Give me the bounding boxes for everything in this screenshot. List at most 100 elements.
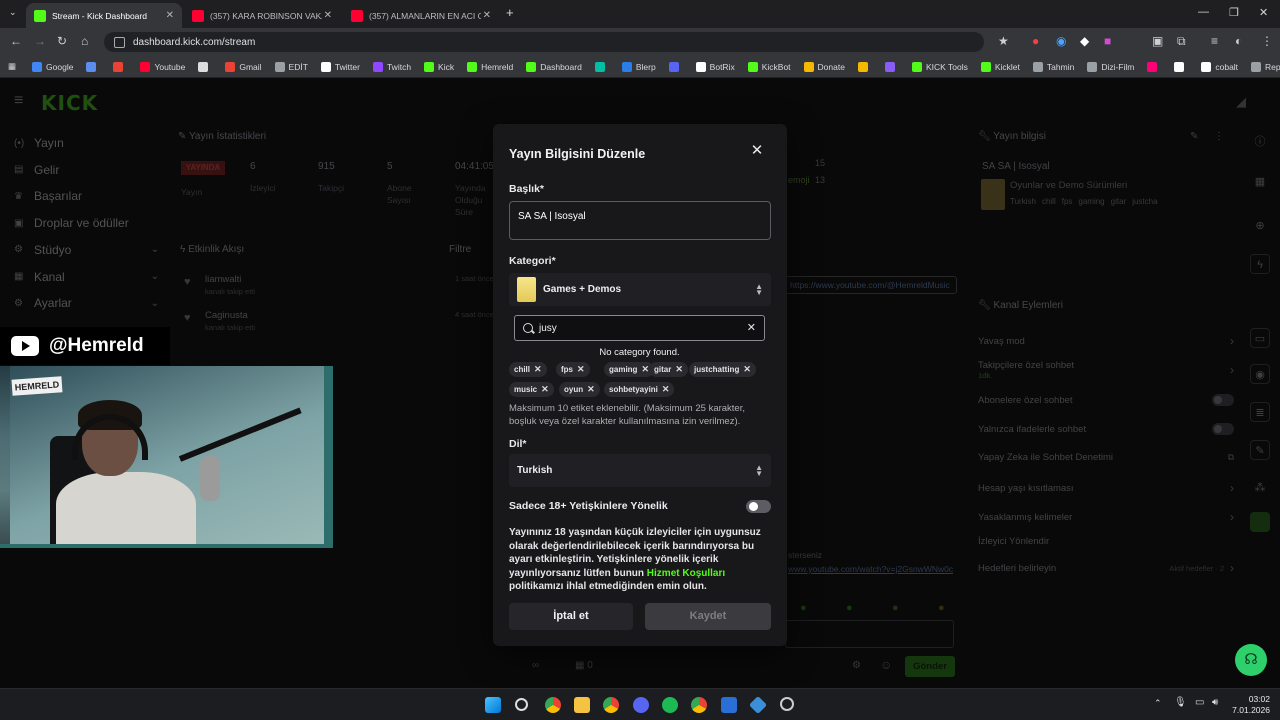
- category-search-input[interactable]: jusy ✕: [514, 315, 765, 341]
- category-select[interactable]: Games + Demos ▲ ▼: [509, 273, 771, 306]
- new-tab-button[interactable]: +: [506, 5, 514, 20]
- bookmark-item[interactable]: Hemreld: [467, 61, 513, 72]
- mic-icon[interactable]: 🎙︎: [1174, 697, 1187, 708]
- apps-grid-icon[interactable]: ▦: [8, 61, 16, 72]
- stream-title-input[interactable]: SA SA | Isosyal: [509, 201, 771, 240]
- remove-tag-icon[interactable]: ✕: [541, 384, 549, 395]
- chrome-icon[interactable]: [603, 697, 619, 713]
- category-thumbnail: [517, 277, 536, 302]
- forward-icon[interactable]: →: [34, 34, 46, 48]
- bookmark-item[interactable]: [857, 61, 872, 72]
- system-clock[interactable]: 03:02 7.01.2026: [1232, 694, 1270, 716]
- extension-icon[interactable]: ◆: [1080, 34, 1089, 48]
- bookmark-item[interactable]: [1174, 61, 1188, 72]
- remove-tag-icon[interactable]: ✕: [534, 364, 542, 375]
- streamer-handle: @Hemreld: [49, 335, 144, 356]
- back-icon[interactable]: ←: [10, 34, 22, 48]
- cancel-button[interactable]: İptal et: [509, 603, 633, 630]
- microphone: [200, 456, 220, 501]
- url-input[interactable]: dashboard.kick.com/stream: [104, 32, 984, 52]
- search-icon[interactable]: [515, 698, 528, 711]
- bookmark-item[interactable]: Youtube: [140, 61, 185, 72]
- tab-kick-dashboard[interactable]: Stream - Kick Dashboard ✕: [26, 3, 182, 28]
- close-icon[interactable]: ✕: [483, 10, 491, 21]
- bookmark-item[interactable]: Dizi-Film: [1087, 61, 1134, 72]
- chrome-icon[interactable]: [691, 697, 707, 713]
- close-icon[interactable]: ✕: [324, 10, 332, 21]
- remove-tag-icon[interactable]: ✕: [641, 364, 649, 375]
- tray-chevron-icon[interactable]: ⌃: [1154, 698, 1162, 709]
- bookmark-item[interactable]: [884, 61, 899, 72]
- volume-icon[interactable]: 🔊︎: [1212, 697, 1218, 708]
- clear-search-icon[interactable]: ✕: [747, 321, 756, 334]
- bookmark-item[interactable]: [198, 61, 212, 72]
- support-chat-icon[interactable]: ☊: [1235, 644, 1267, 676]
- extension-icon[interactable]: ◉: [1056, 34, 1066, 48]
- bookmark-icon: [32, 61, 43, 72]
- monitor-icon[interactable]: ▭: [1195, 697, 1204, 708]
- bookmark-item[interactable]: Dashboard: [526, 61, 582, 72]
- screenshot-icon[interactable]: ▣: [1152, 34, 1163, 48]
- bookmark-item[interactable]: Twitter: [320, 61, 360, 72]
- tab-youtube-1[interactable]: (357) KARA ROBINSON VAKASI ✕: [184, 3, 340, 28]
- youtube-icon: [192, 9, 204, 22]
- site-info-icon[interactable]: [114, 36, 125, 48]
- spotify-icon[interactable]: [662, 697, 678, 713]
- terms-of-service-link[interactable]: Hizmet Koşulları: [647, 568, 725, 579]
- bookmark-item[interactable]: Kicklet: [980, 61, 1020, 72]
- bookmark-item[interactable]: [1147, 61, 1161, 72]
- bookmark-item[interactable]: [594, 61, 609, 72]
- remove-tag-icon[interactable]: ✕: [662, 384, 670, 395]
- reload-icon[interactable]: ↻: [57, 34, 67, 48]
- streamer-handle-label: @Hemreld: [0, 327, 170, 365]
- bookmark-item[interactable]: [668, 61, 683, 72]
- bookmark-item[interactable]: BotRix: [695, 61, 735, 72]
- window-close-icon[interactable]: ✕: [1259, 6, 1268, 19]
- bookmark-item[interactable]: Repertuar: [1251, 61, 1280, 72]
- bookmark-item[interactable]: KickBot: [747, 61, 791, 72]
- media-icon[interactable]: ≡: [1211, 34, 1218, 48]
- remove-tag-icon[interactable]: ✕: [587, 384, 595, 395]
- save-button[interactable]: Kaydet: [645, 603, 771, 630]
- streamer-body: [56, 472, 196, 544]
- maximize-icon[interactable]: ❐: [1229, 6, 1239, 19]
- bookmark-item[interactable]: Donate: [803, 61, 845, 72]
- bookmark-item[interactable]: Google: [32, 61, 73, 72]
- minimize-icon[interactable]: —: [1198, 6, 1209, 18]
- tab-search-icon[interactable]: ⌄: [9, 7, 17, 18]
- chrome-icon[interactable]: [545, 697, 561, 713]
- discord-icon[interactable]: [633, 697, 649, 713]
- windows-start-icon[interactable]: [485, 697, 501, 713]
- remove-tag-icon[interactable]: ✕: [743, 364, 751, 375]
- bookmark-item[interactable]: [113, 61, 127, 72]
- app-icon[interactable]: [748, 695, 768, 715]
- remove-tag-icon[interactable]: ✕: [577, 364, 585, 375]
- menu-dots-icon[interactable]: ⋮: [1261, 34, 1273, 48]
- bookmark-item[interactable]: Blerp: [621, 61, 656, 72]
- home-icon[interactable]: ⌂: [81, 34, 88, 48]
- app-icon[interactable]: [721, 697, 737, 713]
- language-select[interactable]: Turkish ▲ ▼: [509, 454, 771, 487]
- bookmark-item[interactable]: [86, 61, 100, 72]
- bookmark-item[interactable]: EDİT: [274, 61, 308, 72]
- modal-close-button[interactable]: ✕: [749, 143, 765, 159]
- bookmark-item[interactable]: Tahmin: [1032, 61, 1074, 72]
- extensions-puzzle-icon[interactable]: ⧉: [1177, 34, 1186, 49]
- tab-youtube-2[interactable]: (357) ALMANLARIN EN ACI GÜ ✕: [343, 3, 499, 28]
- obs-icon[interactable]: [780, 697, 794, 711]
- close-icon[interactable]: ✕: [166, 10, 174, 21]
- extension-icon[interactable]: ■: [1104, 34, 1111, 48]
- bookmark-item[interactable]: Gmail: [225, 61, 262, 72]
- bookmark-item[interactable]: KICK Tools: [911, 61, 968, 72]
- remove-tag-icon[interactable]: ✕: [675, 364, 683, 375]
- language-value: Turkish: [517, 465, 553, 476]
- file-explorer-icon[interactable]: [574, 697, 590, 713]
- bookmark-item[interactable]: Kick: [424, 61, 454, 72]
- extension-icon[interactable]: ●: [1032, 34, 1039, 48]
- bookmark-item[interactable]: Twitch: [372, 61, 411, 72]
- bookmark-star-icon[interactable]: ★: [998, 34, 1009, 48]
- bookmark-item[interactable]: cobalt: [1201, 61, 1238, 72]
- profile-avatar-icon[interactable]: ◐: [1235, 34, 1242, 48]
- bookmark-label: BotRix: [709, 61, 735, 72]
- adult-content-toggle[interactable]: [746, 500, 771, 513]
